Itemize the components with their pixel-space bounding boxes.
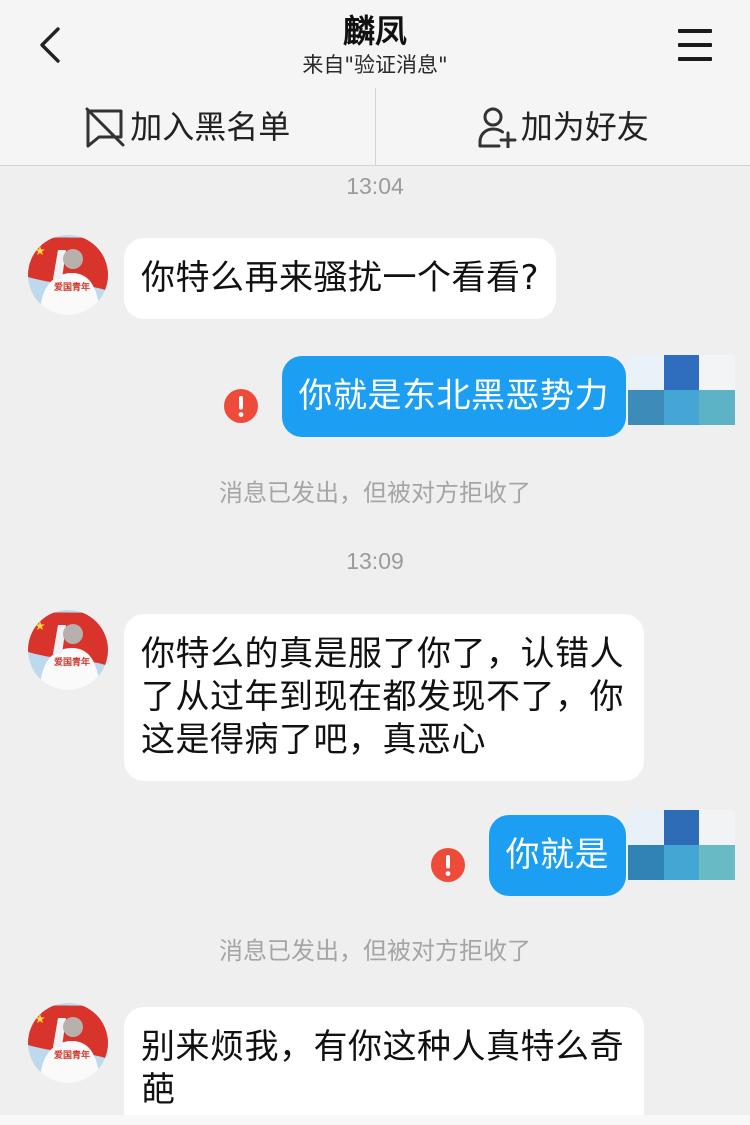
mosaic-cell xyxy=(699,355,735,390)
mosaic-cell xyxy=(699,845,735,880)
mosaic-cell xyxy=(628,845,664,880)
exclamation-bar xyxy=(445,855,450,869)
outgoing-message-bubble[interactable]: 你就是 xyxy=(488,815,626,896)
hamburger-menu-icon xyxy=(672,24,718,66)
menu-button[interactable] xyxy=(672,24,718,66)
avatar-blurred-face xyxy=(63,624,83,644)
mosaic-cell xyxy=(699,810,735,845)
chat-header: 麟凤 来自"验证消息" xyxy=(0,0,750,88)
avatar-image: 爱国青年 xyxy=(28,1003,108,1083)
message-timestamp: 13:04 xyxy=(346,173,404,199)
mosaic-cell xyxy=(663,810,700,845)
person-body xyxy=(478,127,504,147)
exclamation-bar xyxy=(238,396,243,410)
outgoing-message-row: 你就是东北黑恶势力 xyxy=(223,356,626,437)
mosaic-cell xyxy=(628,355,664,390)
error-exclamation-icon[interactable] xyxy=(430,848,465,882)
chevron-left-icon xyxy=(40,27,60,63)
incoming-message-bubble[interactable]: 别来烦我，有你这种人真特么奇葩 xyxy=(124,1007,644,1115)
person-head xyxy=(483,107,503,126)
chat-area[interactable]: 13:04 爱国青年 你特么再来骚扰一个看看? 你就是东北黑恶势力 消息已发出，… xyxy=(0,166,750,1115)
block-flag-icon xyxy=(85,107,125,147)
mosaic-cell xyxy=(663,390,700,425)
menu-line xyxy=(678,57,712,61)
rejection-notice: 消息已发出，但被对方拒收了 xyxy=(219,937,531,965)
add-to-blacklist-button[interactable]: 加入黑名单 xyxy=(0,88,375,165)
mosaic-cell xyxy=(663,355,700,390)
mosaic-cell xyxy=(663,845,700,880)
contact-avatar[interactable]: 爱国青年 xyxy=(28,235,108,315)
block-slash xyxy=(85,107,125,146)
action-bar: 加入黑名单 加为好友 xyxy=(0,88,750,166)
error-exclamation-glyph xyxy=(223,389,258,423)
add-friend-label: 加为好友 xyxy=(520,107,649,146)
exclamation-dot xyxy=(238,412,243,417)
avatar-image: 爱国青年 xyxy=(28,610,108,690)
exclamation-dot xyxy=(445,871,450,876)
error-exclamation-glyph xyxy=(430,848,465,882)
back-button[interactable] xyxy=(30,22,70,68)
incoming-message-bubble[interactable]: 你特么再来骚扰一个看看? xyxy=(124,238,557,319)
avatar-blurred-face xyxy=(63,1017,83,1037)
rejection-notice: 消息已发出，但被对方拒收了 xyxy=(219,479,531,507)
menu-line xyxy=(678,43,712,47)
error-exclamation-icon[interactable] xyxy=(223,389,258,423)
menu-line xyxy=(678,29,712,33)
plus-sign xyxy=(499,131,517,148)
avatar-caption: 爱国青年 xyxy=(54,1049,90,1061)
censored-avatar-mosaic[interactable] xyxy=(628,355,735,425)
contact-avatar[interactable]: 爱国青年 xyxy=(28,1003,108,1083)
outgoing-message-bubble[interactable]: 你就是东北黑恶势力 xyxy=(281,356,626,437)
outgoing-message-row: 你就是 xyxy=(430,815,626,896)
censored-avatar-mosaic[interactable] xyxy=(628,810,735,880)
avatar-caption: 爱国青年 xyxy=(54,656,90,668)
mosaic-cell xyxy=(628,810,664,845)
message-timestamp: 13:09 xyxy=(346,548,404,574)
add-person-icon xyxy=(478,107,517,148)
avatar-caption: 爱国青年 xyxy=(54,281,90,293)
source-subtitle: 来自"验证消息" xyxy=(302,53,448,77)
avatar-image: 爱国青年 xyxy=(28,235,108,315)
avatar-blurred-face xyxy=(63,249,83,269)
mosaic-cell xyxy=(628,390,664,425)
contact-avatar[interactable]: 爱国青年 xyxy=(28,610,108,690)
mosaic-cell xyxy=(699,390,735,425)
incoming-message-bubble[interactable]: 你特么的真是服了你了，认错人了从过年到现在都发现不了，你这是得病了吧，真恶心 xyxy=(124,614,644,781)
contact-name: 麟凤 xyxy=(342,12,407,50)
bottom-edge xyxy=(0,1115,750,1125)
chevron-stroke xyxy=(40,27,60,63)
add-to-blacklist-label: 加入黑名单 xyxy=(130,107,291,146)
add-friend-button[interactable]: 加为好友 xyxy=(374,88,750,165)
